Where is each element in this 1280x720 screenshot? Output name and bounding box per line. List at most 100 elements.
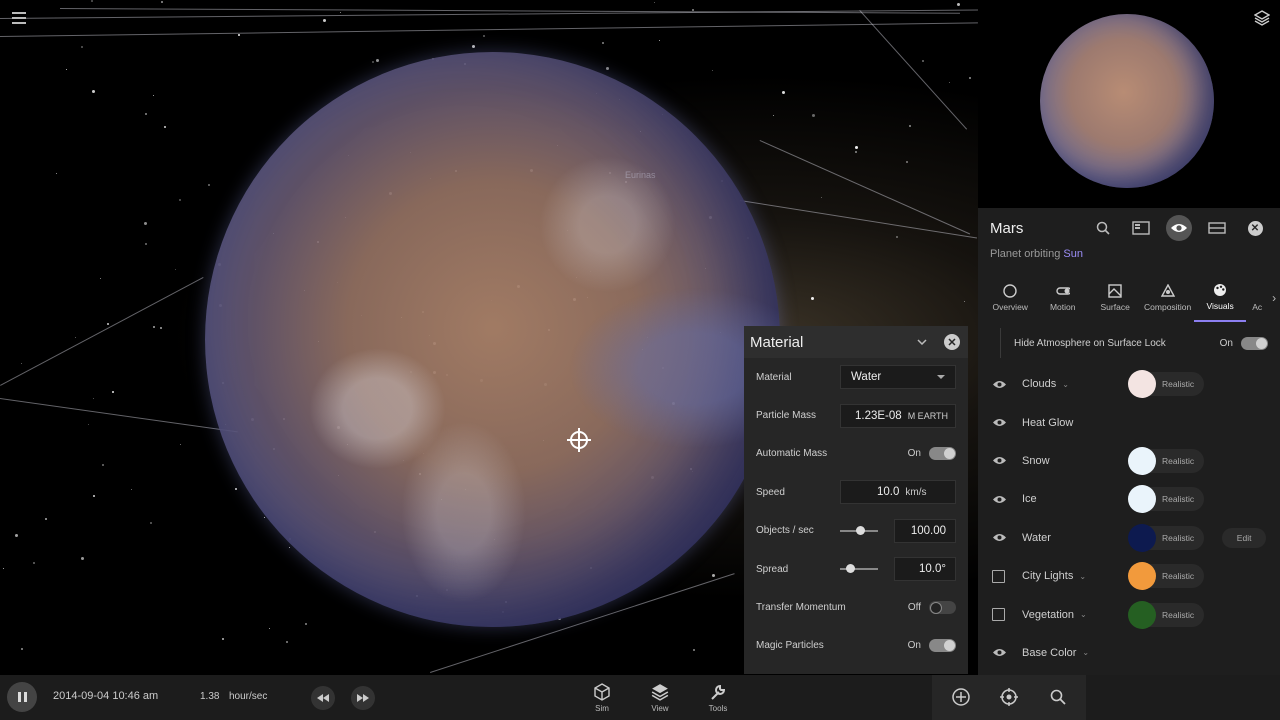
search-icon[interactable] — [1048, 687, 1068, 707]
spread-slider[interactable] — [840, 564, 878, 574]
transfer-momentum-toggle[interactable] — [929, 601, 956, 615]
eye-icon[interactable] — [992, 493, 1007, 505]
eye-icon[interactable] — [992, 378, 1007, 390]
star — [91, 0, 94, 3]
star — [854, 146, 858, 150]
chevron-right-icon[interactable]: › — [1268, 274, 1280, 322]
sidebar-view-icon[interactable] — [1128, 215, 1154, 241]
chevron-down-icon[interactable]: ⌄ — [1062, 380, 1069, 389]
focus-target-icon[interactable] — [999, 687, 1019, 707]
particle-mass-label: Particle Mass — [756, 410, 817, 422]
tab-visuals[interactable]: Visuals — [1193, 274, 1247, 322]
color-mode-control[interactable]: Realistic — [1128, 485, 1205, 514]
color-swatch[interactable] — [1128, 446, 1156, 475]
star — [106, 322, 109, 325]
layers-icon[interactable] — [1253, 10, 1271, 26]
objects-per-sec-row: Objects / sec 100.00 — [744, 512, 968, 550]
color-swatch[interactable] — [1128, 600, 1156, 629]
nav-view[interactable]: View — [645, 683, 675, 713]
star — [905, 161, 908, 164]
search-icon[interactable] — [1090, 215, 1116, 241]
tab-surface[interactable]: Surface — [1089, 274, 1141, 322]
eye-icon[interactable] — [992, 455, 1007, 467]
color-swatch[interactable] — [1128, 562, 1156, 591]
visual-layer-label: Snow — [1022, 454, 1050, 467]
list-view-icon[interactable] — [1204, 215, 1230, 241]
eye-icon[interactable] — [1166, 215, 1192, 241]
eye-icon[interactable] — [992, 647, 1007, 659]
nav-sim[interactable]: Sim — [587, 683, 617, 713]
star — [483, 35, 486, 38]
time-rate-value[interactable]: 1.38 — [200, 691, 219, 702]
visual-layer-name[interactable]: Clouds ⌄ — [1022, 378, 1130, 390]
visual-layer-name[interactable]: Base Color ⌄ — [1022, 647, 1130, 659]
planet-mars[interactable] — [205, 52, 780, 627]
star — [922, 60, 925, 63]
collapse-chevron-icon[interactable] — [914, 334, 930, 350]
objects-per-sec-field[interactable]: 100.00 — [894, 518, 956, 543]
tab-composition[interactable]: Composition — [1141, 274, 1193, 322]
speed-field[interactable]: 10.0 km/s — [840, 480, 956, 505]
spread-value: 10.0° — [919, 563, 946, 576]
star — [145, 113, 148, 115]
star — [160, 0, 163, 3]
visual-row-snow: Snow Realistic — [978, 442, 1280, 480]
sim-datetime[interactable]: 2014-09-04 10:46 am — [53, 690, 158, 702]
palette-icon — [1213, 283, 1227, 297]
circle-icon — [1003, 284, 1017, 298]
star — [908, 124, 911, 127]
slider-knob[interactable] — [856, 525, 865, 535]
slider-knob[interactable] — [846, 564, 855, 574]
chevron-down-icon[interactable]: ⌄ — [1079, 572, 1086, 581]
chevron-down-icon[interactable]: ⌄ — [1082, 648, 1089, 657]
automatic-mass-toggle[interactable] — [929, 447, 956, 461]
color-mode-control[interactable]: Realistic — [1128, 446, 1205, 475]
eye-icon[interactable] — [992, 532, 1007, 544]
rewind-button[interactable] — [311, 686, 335, 710]
color-swatch[interactable] — [1128, 485, 1156, 514]
star — [693, 649, 696, 652]
nav-sim-label: Sim — [595, 704, 609, 713]
color-mode-control[interactable]: Realistic — [1128, 370, 1205, 399]
star — [159, 327, 162, 330]
color-mode-control[interactable]: Realistic — [1128, 600, 1205, 629]
star — [87, 424, 89, 426]
spread-field[interactable]: 10.0° — [894, 557, 956, 582]
color-mode-control[interactable]: Realistic — [1128, 523, 1205, 552]
tab-more[interactable]: Ac — [1246, 274, 1268, 322]
color-swatch[interactable] — [1128, 523, 1156, 552]
visibility-checkbox[interactable] — [992, 569, 1005, 583]
fast-forward-button[interactable] — [351, 686, 375, 710]
parent-body-link[interactable]: Sun — [1063, 248, 1083, 260]
chevron-down-icon[interactable]: ⌄ — [1080, 610, 1087, 619]
eye-icon[interactable] — [992, 417, 1007, 429]
objects-per-sec-slider[interactable] — [840, 525, 878, 535]
color-swatch[interactable] — [1128, 370, 1156, 399]
add-object-icon[interactable] — [951, 687, 971, 707]
visual-row-ice: Ice Realistic — [978, 480, 1280, 518]
close-panel-icon[interactable]: ✕ — [1242, 215, 1268, 241]
edit-button[interactable]: Edit — [1222, 527, 1267, 548]
visibility-checkbox[interactable] — [992, 608, 1005, 622]
visual-layer-name[interactable]: Vegetation ⌄ — [1022, 609, 1130, 621]
close-material-button[interactable]: ✕ — [944, 334, 960, 350]
visual-layer-label: Base Color — [1022, 646, 1077, 659]
menu-icon[interactable] — [12, 12, 26, 24]
star — [145, 243, 148, 246]
visual-row-base-color: Base Color ⌄ — [978, 634, 1280, 672]
tab-motion[interactable]: Motion — [1036, 274, 1088, 322]
visual-layer-name[interactable]: City Lights ⌄ — [1022, 570, 1130, 582]
nav-tools-label: Tools — [708, 704, 728, 713]
thumbnail-view[interactable] — [978, 0, 1280, 208]
tab-overview[interactable]: Overview — [984, 274, 1036, 322]
nav-tools[interactable]: Tools — [703, 683, 733, 713]
star — [179, 443, 181, 445]
particle-mass-field[interactable]: 1.23E-08 M EARTH — [840, 403, 956, 428]
pause-button[interactable] — [7, 682, 37, 712]
star — [2, 568, 4, 570]
hide-atmosphere-toggle[interactable] — [1241, 336, 1268, 350]
magic-particles-toggle[interactable] — [929, 639, 956, 653]
color-mode-control[interactable]: Realistic — [1128, 562, 1205, 591]
material-select[interactable]: Water — [840, 365, 956, 390]
star — [112, 390, 115, 393]
